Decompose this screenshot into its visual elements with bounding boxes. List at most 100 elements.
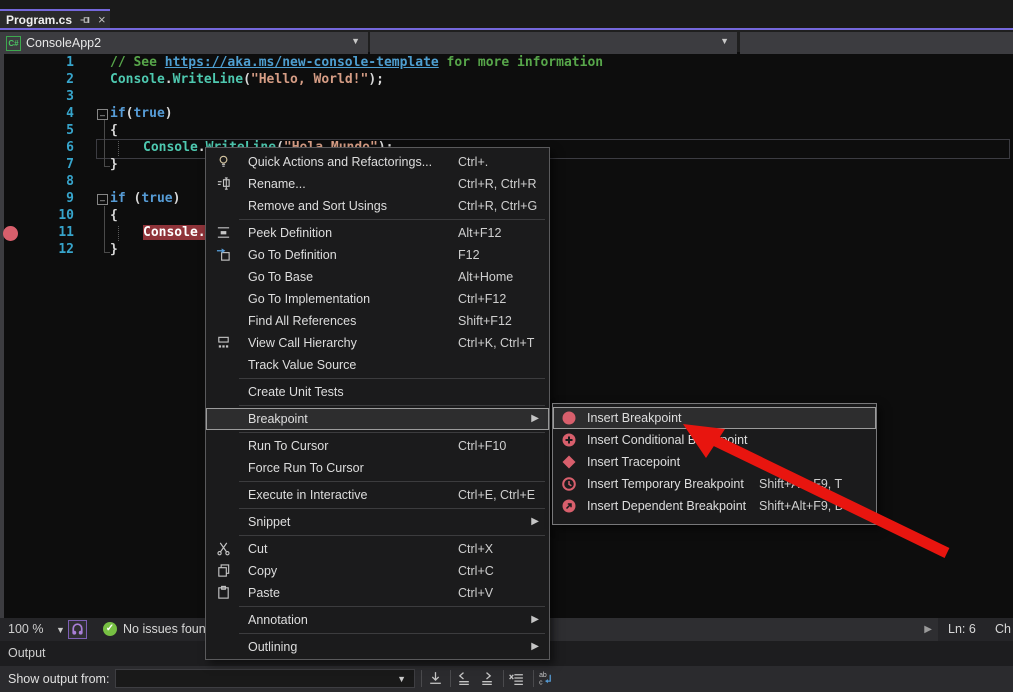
- menu-item-label: View Call Hierarchy: [248, 332, 357, 354]
- bp-dep-icon: [561, 498, 577, 514]
- code-line[interactable]: if (true): [110, 191, 180, 208]
- issues-status[interactable]: No issues found: [123, 618, 213, 641]
- code-line[interactable]: Console.WriteLine("Hello, World!");: [110, 72, 384, 89]
- menu-item-outlining[interactable]: Outlining▶: [206, 636, 549, 658]
- menu-item-label: Copy: [248, 560, 277, 582]
- scroll-right-arrow-icon[interactable]: ▶: [924, 618, 932, 641]
- menu-item-shortcut: Ctrl+F12: [458, 288, 506, 310]
- menu-item-paste[interactable]: PasteCtrl+V: [206, 582, 549, 604]
- tab-program-cs[interactable]: Program.cs ×: [0, 9, 110, 28]
- code-line[interactable]: {: [110, 123, 118, 140]
- outline-guide: [104, 252, 110, 253]
- menu-item-track-value-source[interactable]: Track Value Source: [206, 354, 549, 376]
- project-name: ConsoleApp2: [26, 32, 101, 54]
- menu-item-cut[interactable]: CutCtrl+X: [206, 538, 549, 560]
- menu-item-find-all-references[interactable]: Find All ReferencesShift+F12: [206, 310, 549, 332]
- code-segment: (: [126, 191, 142, 206]
- line-number: 6: [28, 140, 74, 157]
- chevron-down-icon: ▼: [351, 36, 360, 46]
- code-line[interactable]: // See https://aka.ms/new-console-templa…: [110, 55, 603, 72]
- word-wrap-icon[interactable]: abc: [538, 670, 556, 688]
- menu-item-label: Force Run To Cursor: [248, 457, 364, 479]
- code-line[interactable]: if(true): [110, 106, 173, 123]
- menu-item-insert-dependent-breakpoint[interactable]: Insert Dependent BreakpointShift+Alt+F9,…: [553, 495, 876, 517]
- menu-item-run-to-cursor[interactable]: Run To CursorCtrl+F10: [206, 435, 549, 457]
- menu-item-go-to-implementation[interactable]: Go To ImplementationCtrl+F12: [206, 288, 549, 310]
- member-dropdown[interactable]: [740, 32, 1013, 54]
- close-icon[interactable]: ×: [98, 13, 106, 26]
- zoom-level[interactable]: 100 %: [8, 618, 43, 641]
- submenu-arrow-icon: ▶: [531, 408, 539, 430]
- clear-all-icon[interactable]: [508, 670, 526, 688]
- menu-item-shortcut: Ctrl+K, Ctrl+T: [458, 332, 534, 354]
- menu-item-force-run-to-cursor[interactable]: Force Run To Cursor: [206, 457, 549, 479]
- collapse-toggle-icon[interactable]: –: [97, 109, 108, 120]
- output-panel-title[interactable]: Output: [8, 646, 46, 660]
- bp-icon: [561, 410, 577, 426]
- menu-item-shortcut: Shift+Alt+F9, D: [759, 495, 844, 517]
- svg-text:ab: ab: [539, 672, 547, 679]
- menu-item-label: Remove and Sort Usings: [248, 195, 387, 217]
- line-number: 3: [28, 89, 74, 106]
- menu-item-shortcut: F12: [458, 244, 480, 266]
- menu-item-remove-and-sort-usings[interactable]: Remove and Sort UsingsCtrl+R, Ctrl+G: [206, 195, 549, 217]
- line-number: 10: [28, 208, 74, 225]
- menu-item-label: Cut: [248, 538, 267, 560]
- output-source-dropdown[interactable]: ▼: [115, 669, 415, 688]
- code-line[interactable]: {: [110, 208, 118, 225]
- menu-item-peek-definition[interactable]: Peek DefinitionAlt+F12: [206, 222, 549, 244]
- code-line[interactable]: }: [110, 242, 118, 259]
- menu-item-shortcut: Shift+F12: [458, 310, 512, 332]
- code-segment: if: [110, 106, 126, 121]
- collapse-toggle-icon[interactable]: –: [97, 194, 108, 205]
- tab-title: Program.cs: [6, 13, 72, 27]
- menu-item-quick-actions-and-refactorings[interactable]: Quick Actions and Refactorings...Ctrl+.: [206, 151, 549, 173]
- menu-item-snippet[interactable]: Snippet▶: [206, 511, 549, 533]
- toolbar-separator: [421, 670, 422, 687]
- line-number: 4: [28, 106, 74, 123]
- submenu-arrow-icon: ▶: [531, 636, 539, 658]
- menu-item-execute-in-interactive[interactable]: Execute in InteractiveCtrl+E, Ctrl+E: [206, 484, 549, 506]
- line-number: 1: [28, 55, 74, 72]
- menu-item-label: Go To Base: [248, 266, 313, 288]
- context-menu: Quick Actions and Refactorings...Ctrl+.R…: [205, 147, 550, 660]
- code-segment: true: [141, 191, 172, 206]
- menu-item-insert-tracepoint[interactable]: Insert Tracepoint: [553, 451, 876, 473]
- menu-item-insert-temporary-breakpoint[interactable]: Insert Temporary BreakpointShift+Alt+F9,…: [553, 473, 876, 495]
- navigation-bar: C# ConsoleApp2 ▼ ▼: [0, 28, 1013, 52]
- prev-message-icon[interactable]: [455, 670, 473, 688]
- pin-icon[interactable]: [79, 14, 91, 26]
- menu-item-shortcut: Shift+Alt+F9, T: [759, 473, 842, 495]
- csharp-icon: C#: [6, 36, 21, 51]
- menu-item-shortcut: Ctrl+.: [458, 151, 488, 173]
- menu-item-annotation[interactable]: Annotation▶: [206, 609, 549, 631]
- menu-item-breakpoint[interactable]: Breakpoint▶: [206, 408, 549, 430]
- paste-icon: [216, 585, 232, 601]
- menu-item-create-unit-tests[interactable]: Create Unit Tests: [206, 381, 549, 403]
- bp-cond-icon: [561, 432, 577, 448]
- menu-item-insert-breakpoint[interactable]: Insert Breakpoint: [553, 407, 876, 429]
- breakpoint-glyph[interactable]: [3, 226, 18, 241]
- menu-item-go-to-base[interactable]: Go To BaseAlt+Home: [206, 266, 549, 288]
- menu-item-view-call-hierarchy[interactable]: View Call Hierarchy Ctrl+K, Ctrl+T: [206, 332, 549, 354]
- check-circle-icon: ✓: [103, 622, 117, 636]
- breakpoint-submenu: Insert BreakpointInsert Conditional Brea…: [552, 403, 877, 525]
- line-number: 11: [28, 225, 74, 242]
- code-line[interactable]: }: [110, 157, 118, 174]
- menu-item-go-to-definition[interactable]: Go To DefinitionF12: [206, 244, 549, 266]
- project-dropdown[interactable]: C# ConsoleApp2 ▼: [0, 32, 368, 54]
- listen-icon[interactable]: [68, 620, 87, 639]
- goto-message-icon[interactable]: [427, 670, 445, 688]
- menu-item-label: Insert Tracepoint: [587, 451, 680, 473]
- menu-item-copy[interactable]: CopyCtrl+C: [206, 560, 549, 582]
- chevron-down-icon[interactable]: ▼: [56, 625, 65, 635]
- indent-guide: [118, 226, 119, 241]
- gotodef-icon: [216, 247, 232, 263]
- next-message-icon[interactable]: [478, 670, 496, 688]
- menu-item-label: Create Unit Tests: [248, 381, 344, 403]
- type-dropdown[interactable]: ▼: [370, 32, 737, 54]
- line-number: 5: [28, 123, 74, 140]
- menu-item-rename[interactable]: Rename...Ctrl+R, Ctrl+R: [206, 173, 549, 195]
- line-number: 12: [28, 242, 74, 259]
- menu-item-insert-conditional-breakpoint[interactable]: Insert Conditional Breakpoint: [553, 429, 876, 451]
